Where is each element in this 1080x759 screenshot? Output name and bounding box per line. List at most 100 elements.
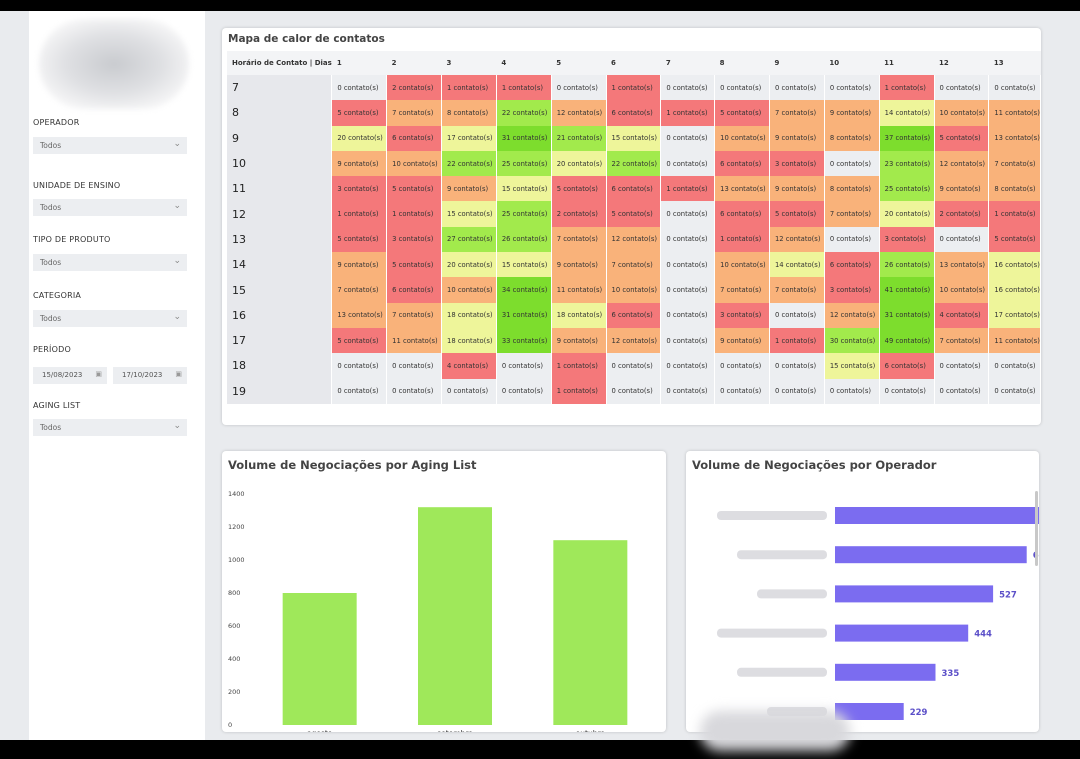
heatmap-cell[interactable]: 26 contato(s) — [879, 252, 935, 278]
heatmap-cell[interactable]: 9 contato(s) — [769, 125, 825, 151]
heatmap-corner-header[interactable]: Horário de Contato | Dias — [227, 51, 332, 75]
heatmap-cell[interactable]: 16 contato(s) — [988, 277, 1041, 303]
heatmap-cell[interactable]: 12 contato(s) — [769, 226, 825, 253]
heatmap-cell[interactable]: 0 contato(s) — [934, 75, 990, 101]
heatmap-cell[interactable]: 0 contato(s) — [824, 75, 880, 101]
heatmap-cell[interactable]: 30 contato(s) — [824, 327, 880, 354]
period-start-input[interactable]: 15/08/2023 ▣ — [33, 367, 107, 384]
heatmap-cell[interactable]: 7 contato(s) — [551, 226, 607, 253]
heatmap-cell[interactable]: 0 contato(s) — [769, 353, 825, 379]
heatmap-cell[interactable]: 17 contato(s) — [441, 125, 497, 151]
heatmap-cell[interactable]: 0 contato(s) — [988, 353, 1041, 379]
heatmap-cell[interactable]: 0 contato(s) — [769, 378, 825, 404]
heatmap-cell[interactable]: 0 contato(s) — [988, 378, 1041, 404]
heatmap-cell[interactable]: 13 contato(s) — [988, 125, 1041, 151]
heatmap-cell[interactable]: 15 contato(s) — [496, 176, 552, 202]
heatmap-cell[interactable]: 0 contato(s) — [660, 201, 716, 227]
heatmap-cell[interactable]: 5 contato(s) — [331, 226, 388, 253]
heatmap-cell[interactable]: 18 contato(s) — [551, 302, 607, 328]
heatmap-cell[interactable]: 0 contato(s) — [714, 378, 770, 404]
heatmap-cell[interactable]: 4 contato(s) — [441, 353, 497, 379]
heatmap-cell[interactable]: 12 contato(s) — [934, 150, 990, 177]
heatmap-column-header[interactable]: 11 — [879, 51, 935, 75]
heatmap-cell[interactable]: 7 contato(s) — [331, 277, 388, 303]
heatmap-cell[interactable]: 6 contato(s) — [606, 176, 662, 202]
heatmap-cell[interactable]: 16 contato(s) — [988, 252, 1041, 278]
heatmap-cell[interactable]: 0 contato(s) — [660, 150, 716, 177]
heatmap-cell[interactable]: 20 contato(s) — [441, 252, 497, 278]
heatmap-cell[interactable]: 1 contato(s) — [879, 75, 935, 101]
heatmap-cell[interactable]: 0 contato(s) — [934, 353, 990, 379]
heatmap-cell[interactable]: 1 contato(s) — [441, 75, 497, 101]
heatmap-cell[interactable]: 10 contato(s) — [934, 277, 990, 303]
heatmap-cell[interactable]: 3 contato(s) — [386, 226, 443, 253]
heatmap-cell[interactable]: 6 contato(s) — [386, 277, 443, 303]
heatmap-cell[interactable]: 0 contato(s) — [441, 378, 497, 404]
heatmap-cell[interactable]: 22 contato(s) — [441, 150, 497, 177]
heatmap-cell[interactable]: 2 contato(s) — [551, 201, 607, 227]
heatmap-cell[interactable]: 8 contato(s) — [441, 100, 497, 126]
heatmap-cell[interactable]: 9 contato(s) — [714, 327, 770, 354]
heatmap-cell[interactable]: 3 contato(s) — [769, 150, 825, 177]
heatmap-cell[interactable]: 5 contato(s) — [769, 201, 825, 227]
heatmap-cell[interactable]: 9 contato(s) — [824, 100, 880, 126]
heatmap-column-header[interactable]: 10 — [824, 51, 880, 75]
heatmap-column-header[interactable]: 3 — [441, 51, 497, 75]
heatmap-cell[interactable]: 15 contato(s) — [824, 353, 880, 379]
heatmap-cell[interactable]: 7 contato(s) — [386, 302, 443, 328]
heatmap-cell[interactable]: 7 contato(s) — [714, 277, 770, 303]
heatmap-cell[interactable]: 17 contato(s) — [988, 302, 1041, 328]
heatmap-cell[interactable]: 1 contato(s) — [714, 226, 770, 253]
heatmap-cell[interactable]: 18 contato(s) — [441, 302, 497, 328]
heatmap-cell[interactable]: 0 contato(s) — [496, 378, 552, 404]
heatmap-cell[interactable]: 1 contato(s) — [660, 176, 716, 202]
heatmap-cell[interactable]: 6 contato(s) — [879, 353, 935, 379]
heatmap-cell[interactable]: 0 contato(s) — [769, 302, 825, 328]
heatmap-cell[interactable]: 33 contato(s) — [496, 327, 552, 354]
heatmap-cell[interactable]: 1 contato(s) — [606, 75, 662, 101]
heatmap-cell[interactable]: 12 contato(s) — [606, 327, 662, 354]
heatmap-cell[interactable]: 5 contato(s) — [551, 176, 607, 202]
heatmap-column-header[interactable]: 1 — [331, 51, 387, 75]
heatmap-cell[interactable]: 34 contato(s) — [496, 277, 552, 303]
heatmap-cell[interactable]: 31 contato(s) — [496, 125, 552, 151]
heatmap-cell[interactable]: 0 contato(s) — [606, 353, 662, 379]
heatmap-cell[interactable]: 12 contato(s) — [606, 226, 662, 253]
heatmap-cell[interactable]: 41 contato(s) — [879, 277, 935, 303]
heatmap-cell[interactable]: 13 contato(s) — [714, 176, 770, 202]
heatmap-cell[interactable]: 15 contato(s) — [496, 252, 552, 278]
categoria-select[interactable]: Todos ⌄ — [33, 310, 187, 327]
heatmap-cell[interactable]: 5 contato(s) — [606, 201, 662, 227]
heatmap-cell[interactable]: 5 contato(s) — [988, 226, 1041, 253]
heatmap-column-header[interactable]: 8 — [714, 51, 770, 75]
heatmap-cell[interactable]: 3 contato(s) — [879, 226, 935, 253]
heatmap-cell[interactable]: 7 contato(s) — [824, 201, 880, 227]
heatmap-cell[interactable]: 8 contato(s) — [824, 125, 880, 151]
heatmap-cell[interactable]: 9 contato(s) — [331, 252, 388, 278]
heatmap-cell[interactable]: 27 contato(s) — [441, 226, 497, 253]
heatmap-cell[interactable]: 0 contato(s) — [660, 75, 716, 101]
heatmap-cell[interactable]: 5 contato(s) — [934, 125, 990, 151]
heatmap-cell[interactable]: 1 contato(s) — [496, 75, 552, 101]
heatmap-column-header[interactable]: 4 — [496, 51, 552, 75]
heatmap-cell[interactable]: 9 contato(s) — [551, 327, 607, 354]
heatmap-cell[interactable]: 6 contato(s) — [606, 100, 662, 126]
heatmap-cell[interactable]: 0 contato(s) — [551, 75, 607, 101]
heatmap-cell[interactable]: 0 contato(s) — [660, 378, 716, 404]
heatmap-cell[interactable]: 10 contato(s) — [441, 277, 497, 303]
heatmap-cell[interactable]: 3 contato(s) — [331, 176, 388, 202]
heatmap-column-header[interactable]: 12 — [934, 51, 989, 75]
heatmap-cell[interactable]: 1 contato(s) — [660, 100, 716, 126]
period-end-input[interactable]: 17/10/2023 ▣ — [113, 367, 187, 384]
heatmap-cell[interactable]: 1 contato(s) — [988, 201, 1041, 227]
heatmap-cell[interactable]: 1 contato(s) — [386, 201, 443, 227]
heatmap-cell[interactable]: 9 contato(s) — [331, 150, 388, 177]
heatmap-cell[interactable]: 0 contato(s) — [824, 378, 880, 404]
heatmap-cell[interactable]: 31 contato(s) — [496, 302, 552, 328]
heatmap-cell[interactable]: 5 contato(s) — [386, 252, 443, 278]
heatmap-cell[interactable]: 25 contato(s) — [879, 176, 935, 202]
heatmap-cell[interactable]: 21 contato(s) — [551, 125, 607, 151]
heatmap-cell[interactable]: 0 contato(s) — [879, 378, 935, 404]
heatmap-cell[interactable]: 0 contato(s) — [824, 150, 880, 177]
heatmap-cell[interactable]: 14 contato(s) — [769, 252, 825, 278]
